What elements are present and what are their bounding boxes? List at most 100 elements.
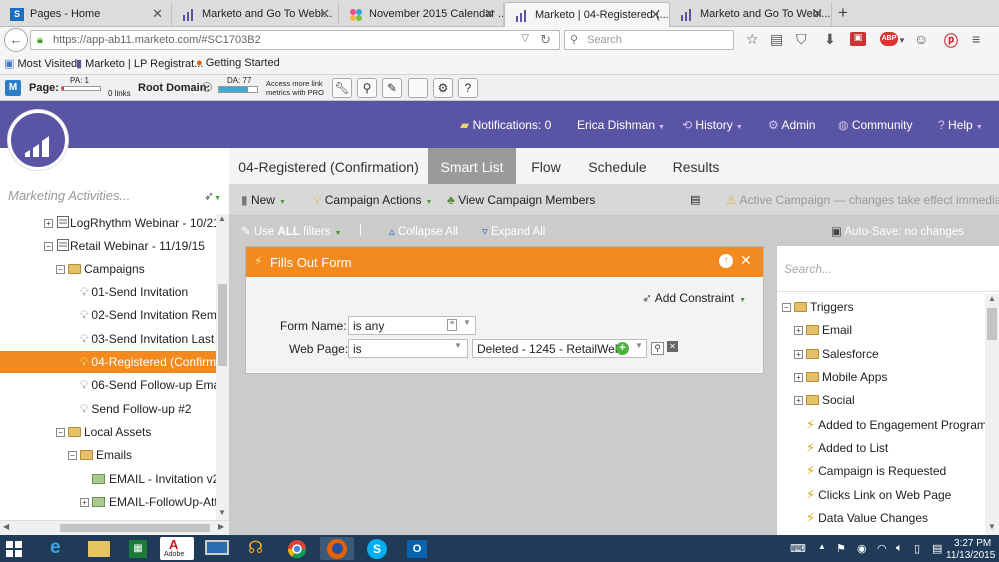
tree-item[interactable]: 💡︎ 01-Send Invitation (0, 281, 229, 303)
pencil-icon[interactable]: ✎ (382, 78, 402, 98)
battery-icon[interactable]: ▯ (914, 542, 920, 555)
browser-tab-1[interactable]: S Pages - Home ✕ (0, 2, 172, 27)
file-explorer-icon[interactable] (82, 537, 116, 560)
close-icon[interactable]: ✕ (319, 6, 330, 22)
form-name-operator-select[interactable]: is any ≡ ▼ (348, 316, 476, 335)
sidebar-horizontal-scrollbar[interactable]: ◀ ▶ (0, 520, 229, 535)
new-button[interactable]: ▮ New ▼ (241, 193, 286, 207)
add-icon[interactable]: + (616, 342, 629, 355)
outlook-icon[interactable]: O (400, 537, 434, 560)
user-menu[interactable]: Erica Dishman ▼ (577, 118, 665, 132)
tab-smart-list[interactable]: Smart List (428, 148, 516, 184)
scrollbar-thumb[interactable] (60, 524, 210, 532)
notifications-link[interactable]: ▰ Notifications: 0 (460, 118, 551, 132)
tree-item[interactable]: + EMAIL-FollowUp-Atter (0, 491, 229, 513)
tree-item[interactable]: − Campaigns (0, 258, 229, 280)
close-icon[interactable]: ✕ (650, 7, 661, 23)
tab-campaign-name[interactable]: 04-Registered (Confirmation) (229, 148, 428, 184)
adobe-icon[interactable]: A Adobe (160, 537, 194, 560)
remove-constraint-icon[interactable]: ✕ (667, 341, 678, 352)
expand-icon[interactable]: + (794, 326, 803, 335)
pocket-icon[interactable]: ⛉ (796, 31, 807, 48)
bookmark-marketo[interactable]: ▮ Marketo | LP Registrat... (76, 57, 203, 70)
url-bar[interactable]: 🔒︎ https://app-ab11.marketo.com/#SC1703B… (30, 30, 560, 50)
back-button[interactable]: ← (4, 28, 28, 52)
moz-icon[interactable]: M (5, 80, 21, 96)
collapse-icon[interactable]: − (44, 242, 53, 251)
campaign-actions-button[interactable]: 💡︎ Campaign Actions ▼ (313, 193, 432, 208)
ie-icon[interactable]: e (42, 537, 76, 560)
scrollbar-thumb[interactable] (218, 284, 227, 366)
wrench-icon[interactable]: 🔧︎ (332, 78, 352, 98)
reading-list-icon[interactable]: ▤ (770, 31, 783, 48)
skype-icon[interactable]: S (360, 537, 394, 560)
close-icon[interactable]: ✕ (484, 6, 495, 22)
history-menu[interactable]: ⟲ History ▼ (682, 118, 743, 132)
browser-tab-3[interactable]: November 2015 Calendar ... ✕ (339, 2, 504, 27)
use-all-filters-dropdown[interactable]: ✎ Use ALL filters ▼ (241, 224, 341, 238)
chevron-down-icon[interactable]: ▼ (454, 341, 462, 350)
scroll-up-icon[interactable]: ▲ (218, 214, 226, 223)
chevron-down-icon[interactable]: ⌄ (202, 82, 212, 92)
chevron-down-icon[interactable]: ▼ (898, 36, 906, 45)
action-center-icon[interactable]: ▤ (932, 542, 942, 555)
help-menu[interactable]: ? Help ▼ (938, 118, 983, 132)
admin-link[interactable]: ⚙ Admin (768, 118, 815, 132)
highlight-icon[interactable] (408, 78, 428, 98)
collapse-icon[interactable]: − (782, 303, 791, 312)
tree-item[interactable]: + LogRhythm Webinar - 10/21/ (0, 214, 229, 234)
tab-results[interactable]: Results (659, 148, 733, 184)
expand-icon[interactable]: + (794, 350, 803, 359)
browser-tab-4[interactable]: Marketo | 04-Registered (... ✕ (504, 2, 670, 27)
palette-scrollbar[interactable]: ▲ ▼ (985, 294, 999, 535)
tab-schedule[interactable]: Schedule (576, 148, 659, 184)
chevron-up-icon[interactable]: ▲ (818, 542, 826, 551)
close-icon[interactable]: ✕ (812, 6, 823, 22)
clock[interactable]: 3:27 PM (954, 538, 991, 549)
expand-icon[interactable]: + (794, 373, 803, 382)
volume-icon[interactable]: 🔈︎ (896, 542, 903, 555)
trigger-header[interactable]: ⚡︎ Fills Out Form ↑ ✕ (246, 247, 763, 277)
palette-trigger[interactable]: ⚡︎ Campaign is Requested (806, 463, 946, 479)
palette-trigger[interactable]: ⚡︎ Data Value Changes (806, 510, 928, 526)
expand-icon[interactable]: + (794, 396, 803, 405)
tree-item-selected[interactable]: 💡︎ 04-Registered (Confirma (0, 351, 223, 373)
scroll-down-icon[interactable]: ▼ (218, 508, 226, 517)
menu-icon[interactable]: ≡ (972, 31, 980, 47)
bookmark-star-icon[interactable]: ☆ (746, 31, 759, 48)
firefox-icon[interactable] (320, 537, 354, 560)
tree-item[interactable]: 💡︎ 02-Send Invitation Remi (0, 304, 229, 326)
network-icon[interactable]: ◉ (857, 542, 867, 555)
chrome-icon[interactable] (280, 537, 314, 560)
monitor-icon[interactable] (200, 537, 234, 560)
chevron-down-icon[interactable]: ▼ (463, 318, 471, 327)
tab-flow[interactable]: Flow (516, 148, 576, 184)
tree-item[interactable]: 💡︎ 06-Send Follow-up Emai (0, 374, 229, 396)
chevron-down-icon[interactable]: ▼ (635, 341, 643, 350)
scrollbar-thumb[interactable] (987, 308, 997, 340)
web-page-value-select[interactable]: Deleted - 1245 - RetailWeb + ▼ (472, 339, 647, 358)
tree-item[interactable]: − Retail Webinar - 11/19/15 (0, 235, 229, 257)
chat-icon[interactable]: ☺ (914, 31, 928, 47)
reload-icon[interactable]: ↻ (540, 32, 551, 48)
marketing-activities-search[interactable]: Marketing Activities... (8, 188, 130, 203)
list-icon[interactable]: ≡ (447, 319, 457, 331)
sidebar-scrollbar[interactable]: ▲ ▼ (216, 214, 229, 520)
browser-tab-2[interactable]: Marketo and Go To Webi... ✕ (172, 2, 339, 27)
wifi-icon[interactable]: ◠ (877, 542, 887, 555)
dropdown-arrow-icon[interactable]: ▽ (521, 33, 529, 44)
keyboard-icon[interactable]: ⌨ (790, 542, 806, 555)
adblock-icon[interactable]: ABP (880, 32, 898, 46)
tree-item[interactable]: − Emails (0, 444, 229, 466)
headphones-icon[interactable]: ☊ (240, 537, 274, 560)
windows-start-icon[interactable] (6, 541, 22, 560)
palette-trigger[interactable]: ⚡︎ Clicks Link on Web Page (806, 487, 951, 503)
add-constraint-button[interactable]: ➶ Add Constraint ▼ (642, 291, 746, 305)
collapse-icon[interactable]: − (56, 428, 65, 437)
collapse-icon[interactable]: − (68, 451, 77, 460)
scroll-up-icon[interactable]: ▲ (988, 294, 996, 303)
palette-search-input[interactable]: Search... (777, 246, 999, 292)
web-page-operator-select[interactable]: is ▼ (348, 339, 468, 358)
collapse-all-button[interactable]: ▵ Collapse All (389, 224, 458, 238)
gear-icon[interactable]: ⚙ (433, 78, 453, 98)
